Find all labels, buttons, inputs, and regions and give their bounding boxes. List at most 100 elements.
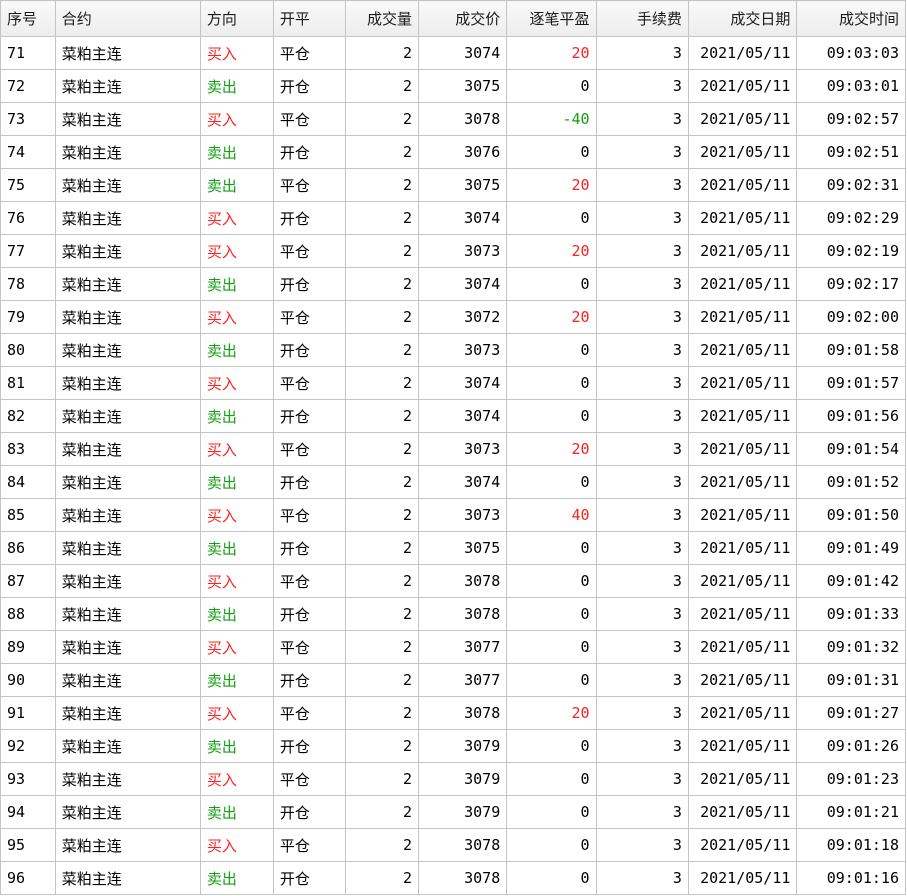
- cell-date: 2021/05/11: [687, 168, 798, 202]
- cell-price: 3076: [417, 135, 508, 169]
- table-row[interactable]: 80 菜粕主连 卖出 开仓 2 3073 0 3 2021/05/11 09:01:58: [0, 333, 906, 367]
- cell-date: 2021/05/11: [687, 630, 798, 664]
- table-row[interactable]: 90 菜粕主连 卖出 开仓 2 3077 0 3 2021/05/11 09:01:31: [0, 663, 906, 697]
- table-row[interactable]: 83 菜粕主连 买入 平仓 2 3073 20 3 2021/05/11 09:01:54: [0, 432, 906, 466]
- cell-price: 3078: [417, 597, 508, 631]
- table-row[interactable]: 73 菜粕主连 买入 平仓 2 3078 -40 3 2021/05/11 09:02:57: [0, 102, 906, 136]
- cell-time: 09:02:00: [796, 300, 906, 334]
- cell-contract: 菜粕主连: [54, 795, 201, 829]
- cell-seq: 77: [0, 234, 56, 268]
- cell-direction: 买入: [199, 564, 274, 598]
- table-row[interactable]: 77 菜粕主连 买入 平仓 2 3073 20 3 2021/05/11 09:02:19: [0, 234, 906, 268]
- table-row[interactable]: 72 菜粕主连 卖出 开仓 2 3075 0 3 2021/05/11 09:03:01: [0, 69, 906, 103]
- cell-fee: 3: [595, 531, 689, 565]
- cell-price: 3075: [417, 531, 508, 565]
- table-row[interactable]: 89 菜粕主连 买入 平仓 2 3077 0 3 2021/05/11 09:01:32: [0, 630, 906, 664]
- cell-seq: 74: [0, 135, 56, 169]
- cell-direction: 卖出: [199, 597, 274, 631]
- cell-contract: 菜粕主连: [54, 366, 201, 400]
- cell-volume: 2: [344, 630, 419, 664]
- table-row[interactable]: 86 菜粕主连 卖出 开仓 2 3075 0 3 2021/05/11 09:01:49: [0, 531, 906, 565]
- cell-date: 2021/05/11: [687, 234, 798, 268]
- cell-pnl: 20: [506, 168, 597, 202]
- cell-price: 3078: [417, 102, 508, 136]
- cell-time: 09:02:17: [796, 267, 906, 301]
- cell-contract: 菜粕主连: [54, 432, 201, 466]
- cell-volume: 2: [344, 498, 419, 532]
- table-row[interactable]: 85 菜粕主连 买入 平仓 2 3073 40 3 2021/05/11 09:01:50: [0, 498, 906, 532]
- table-row[interactable]: 88 菜粕主连 卖出 开仓 2 3078 0 3 2021/05/11 09:01:33: [0, 597, 906, 631]
- cell-pnl: 0: [506, 762, 597, 796]
- cell-date: 2021/05/11: [687, 201, 798, 235]
- cell-seq: 83: [0, 432, 56, 466]
- cell-fee: 3: [595, 168, 689, 202]
- column-header-direction[interactable]: 方向: [199, 0, 274, 37]
- cell-fee: 3: [595, 696, 689, 730]
- cell-price: 3079: [417, 795, 508, 829]
- cell-seq: 72: [0, 69, 56, 103]
- table-row[interactable]: 92 菜粕主连 卖出 开仓 2 3079 0 3 2021/05/11 09:01:26: [0, 729, 906, 763]
- table-row[interactable]: 79 菜粕主连 买入 平仓 2 3072 20 3 2021/05/11 09:02:00: [0, 300, 906, 334]
- cell-volume: 2: [344, 432, 419, 466]
- cell-time: 09:02:19: [796, 234, 906, 268]
- table-row[interactable]: 84 菜粕主连 卖出 开仓 2 3074 0 3 2021/05/11 09:01:52: [0, 465, 906, 499]
- table-row[interactable]: 82 菜粕主连 卖出 开仓 2 3074 0 3 2021/05/11 09:01:56: [0, 399, 906, 433]
- table-row[interactable]: 81 菜粕主连 买入 平仓 2 3074 0 3 2021/05/11 09:01:57: [0, 366, 906, 400]
- table-row[interactable]: 96 菜粕主连 卖出 开仓 2 3078 0 3 2021/05/11 09:01:16: [0, 861, 906, 895]
- column-header-open-close[interactable]: 开平: [272, 0, 346, 37]
- table-row[interactable]: 74 菜粕主连 卖出 开仓 2 3076 0 3 2021/05/11 09:02:51: [0, 135, 906, 169]
- cell-volume: 2: [344, 564, 419, 598]
- cell-direction: 卖出: [199, 69, 274, 103]
- cell-direction: 买入: [199, 300, 274, 334]
- cell-seq: 93: [0, 762, 56, 796]
- cell-volume: 2: [344, 69, 419, 103]
- cell-price: 3074: [417, 267, 508, 301]
- table-row[interactable]: 91 菜粕主连 买入 平仓 2 3078 20 3 2021/05/11 09:01:27: [0, 696, 906, 730]
- column-header-contract[interactable]: 合约: [54, 0, 201, 37]
- table-row[interactable]: 95 菜粕主连 买入 平仓 2 3078 0 3 2021/05/11 09:01:18: [0, 828, 906, 862]
- column-header-time[interactable]: 成交时间: [796, 0, 906, 37]
- cell-price: 3078: [417, 696, 508, 730]
- cell-open-close: 平仓: [272, 168, 346, 202]
- table-row[interactable]: 87 菜粕主连 买入 平仓 2 3078 0 3 2021/05/11 09:01:42: [0, 564, 906, 598]
- cell-open-close: 平仓: [272, 696, 346, 730]
- cell-fee: 3: [595, 861, 689, 895]
- cell-date: 2021/05/11: [687, 300, 798, 334]
- cell-price: 3074: [417, 201, 508, 235]
- table-row[interactable]: 75 菜粕主连 卖出 平仓 2 3075 20 3 2021/05/11 09:02:31: [0, 168, 906, 202]
- column-header-pnl[interactable]: 逐笔平盈: [506, 0, 597, 37]
- table-row[interactable]: 94 菜粕主连 卖出 开仓 2 3079 0 3 2021/05/11 09:01:21: [0, 795, 906, 829]
- cell-date: 2021/05/11: [687, 597, 798, 631]
- table-row[interactable]: 78 菜粕主连 卖出 开仓 2 3074 0 3 2021/05/11 09:02:17: [0, 267, 906, 301]
- table-body: 71 菜粕主连 买入 平仓 2 3074 20 3 2021/05/11 09:03:03 72 菜粕…: [0, 36, 906, 895]
- cell-pnl: 0: [506, 201, 597, 235]
- cell-fee: 3: [595, 267, 689, 301]
- column-header-volume[interactable]: 成交量: [344, 0, 419, 37]
- table-row[interactable]: 93 菜粕主连 买入 平仓 2 3079 0 3 2021/05/11 09:01:23: [0, 762, 906, 796]
- column-header-fee[interactable]: 手续费: [595, 0, 689, 37]
- cell-pnl: 0: [506, 267, 597, 301]
- column-header-price[interactable]: 成交价: [417, 0, 508, 37]
- cell-open-close: 平仓: [272, 630, 346, 664]
- cell-open-close: 平仓: [272, 762, 346, 796]
- cell-price: 3073: [417, 333, 508, 367]
- cell-volume: 2: [344, 168, 419, 202]
- table-row[interactable]: 76 菜粕主连 买入 开仓 2 3074 0 3 2021/05/11 09:02:29: [0, 201, 906, 235]
- cell-fee: 3: [595, 630, 689, 664]
- cell-price: 3077: [417, 630, 508, 664]
- column-header-date[interactable]: 成交日期: [687, 0, 798, 37]
- cell-open-close: 开仓: [272, 135, 346, 169]
- trade-records-table: 序号 合约 方向 开平 成交量 成交价 逐笔平盈 手续费 成交日期 成交时间 7…: [0, 0, 906, 895]
- cell-time: 09:01:32: [796, 630, 906, 664]
- cell-direction: 卖出: [199, 861, 274, 895]
- cell-seq: 88: [0, 597, 56, 631]
- table-row[interactable]: 71 菜粕主连 买入 平仓 2 3074 20 3 2021/05/11 09:03:03: [0, 36, 906, 70]
- cell-price: 3077: [417, 663, 508, 697]
- cell-contract: 菜粕主连: [54, 729, 201, 763]
- cell-price: 3074: [417, 465, 508, 499]
- cell-contract: 菜粕主连: [54, 597, 201, 631]
- cell-date: 2021/05/11: [687, 729, 798, 763]
- column-header-seq[interactable]: 序号: [0, 0, 56, 37]
- cell-date: 2021/05/11: [687, 663, 798, 697]
- cell-seq: 89: [0, 630, 56, 664]
